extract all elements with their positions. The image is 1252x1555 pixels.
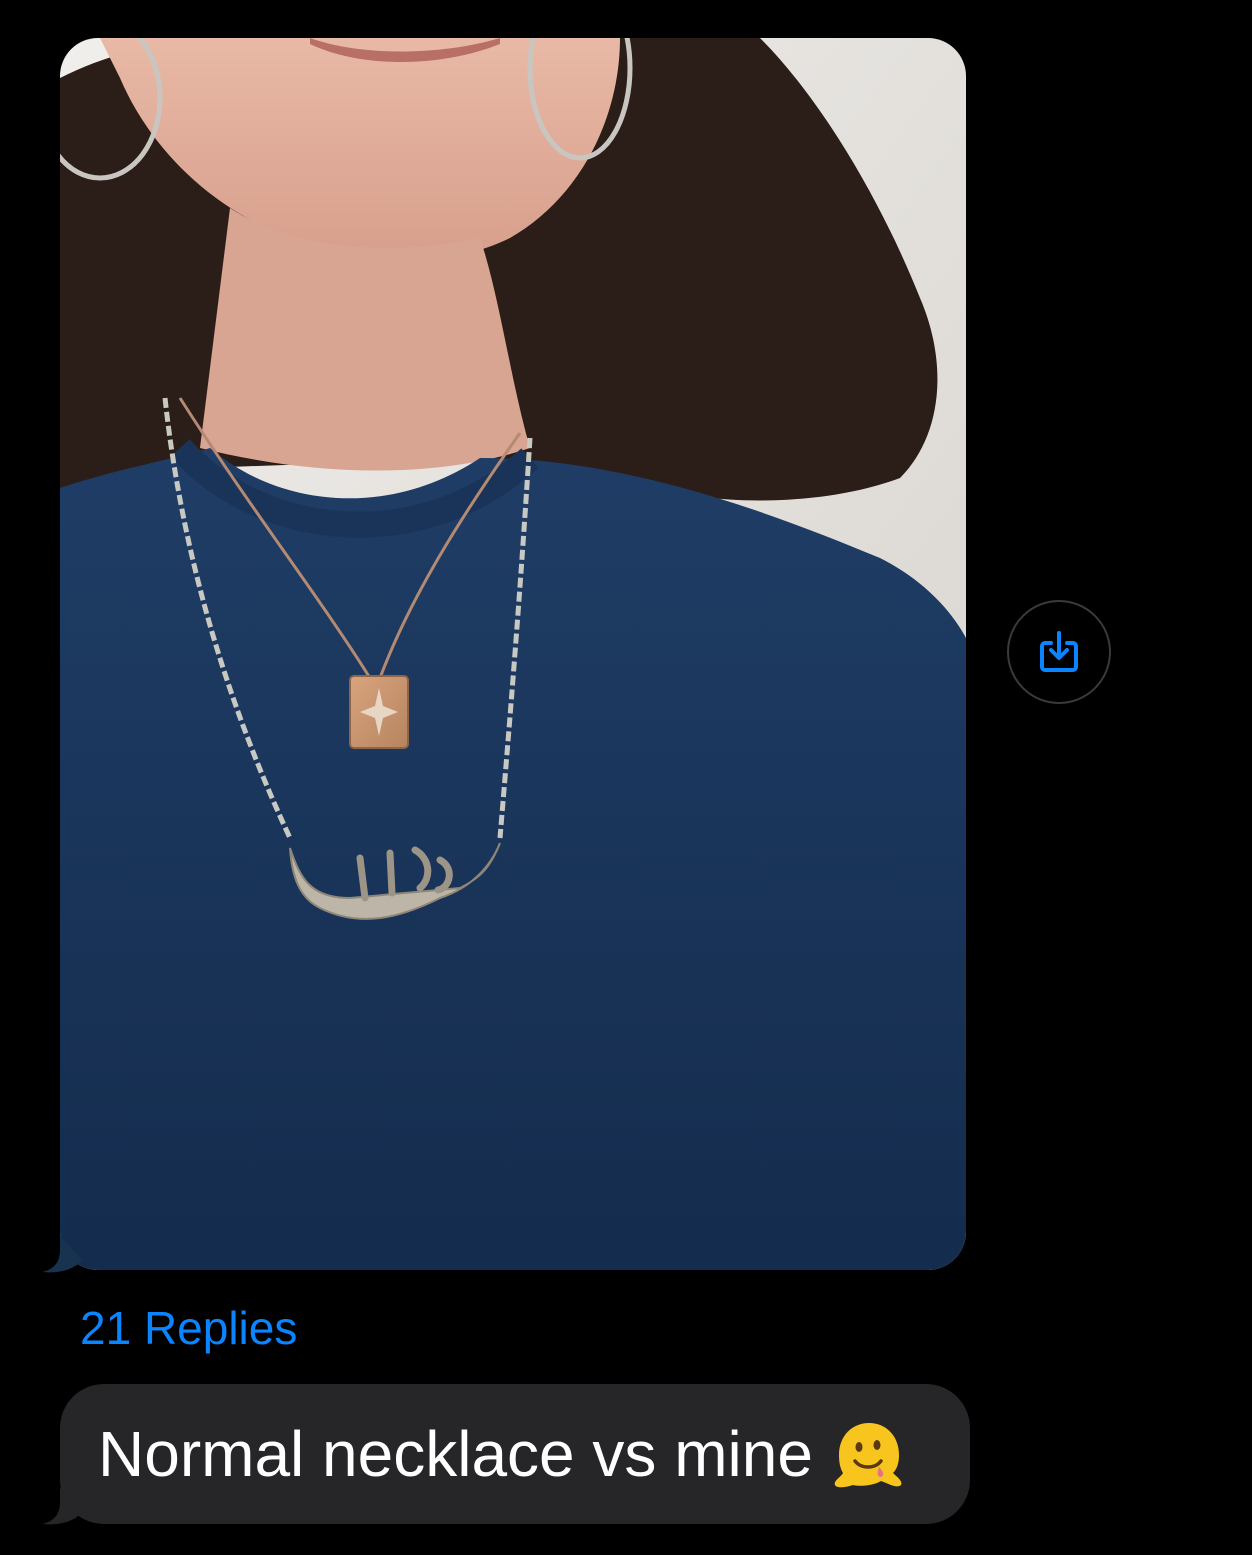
photo-icon [60, 38, 966, 1270]
melting-face-emoji [834, 1423, 902, 1488]
save-photo-button[interactable] [1007, 600, 1111, 704]
save-to-photos-icon [1040, 631, 1078, 672]
bubble-tail [42, 1488, 82, 1525]
message-text: Normal necklace vs mine [98, 1418, 813, 1490]
message-photo[interactable] [60, 38, 966, 1270]
text-message-bubble[interactable]: Normal necklace vs mine [42, 1384, 970, 1525]
replies-link[interactable]: 21 Replies [80, 1300, 297, 1356]
photo-message [42, 38, 966, 1273]
